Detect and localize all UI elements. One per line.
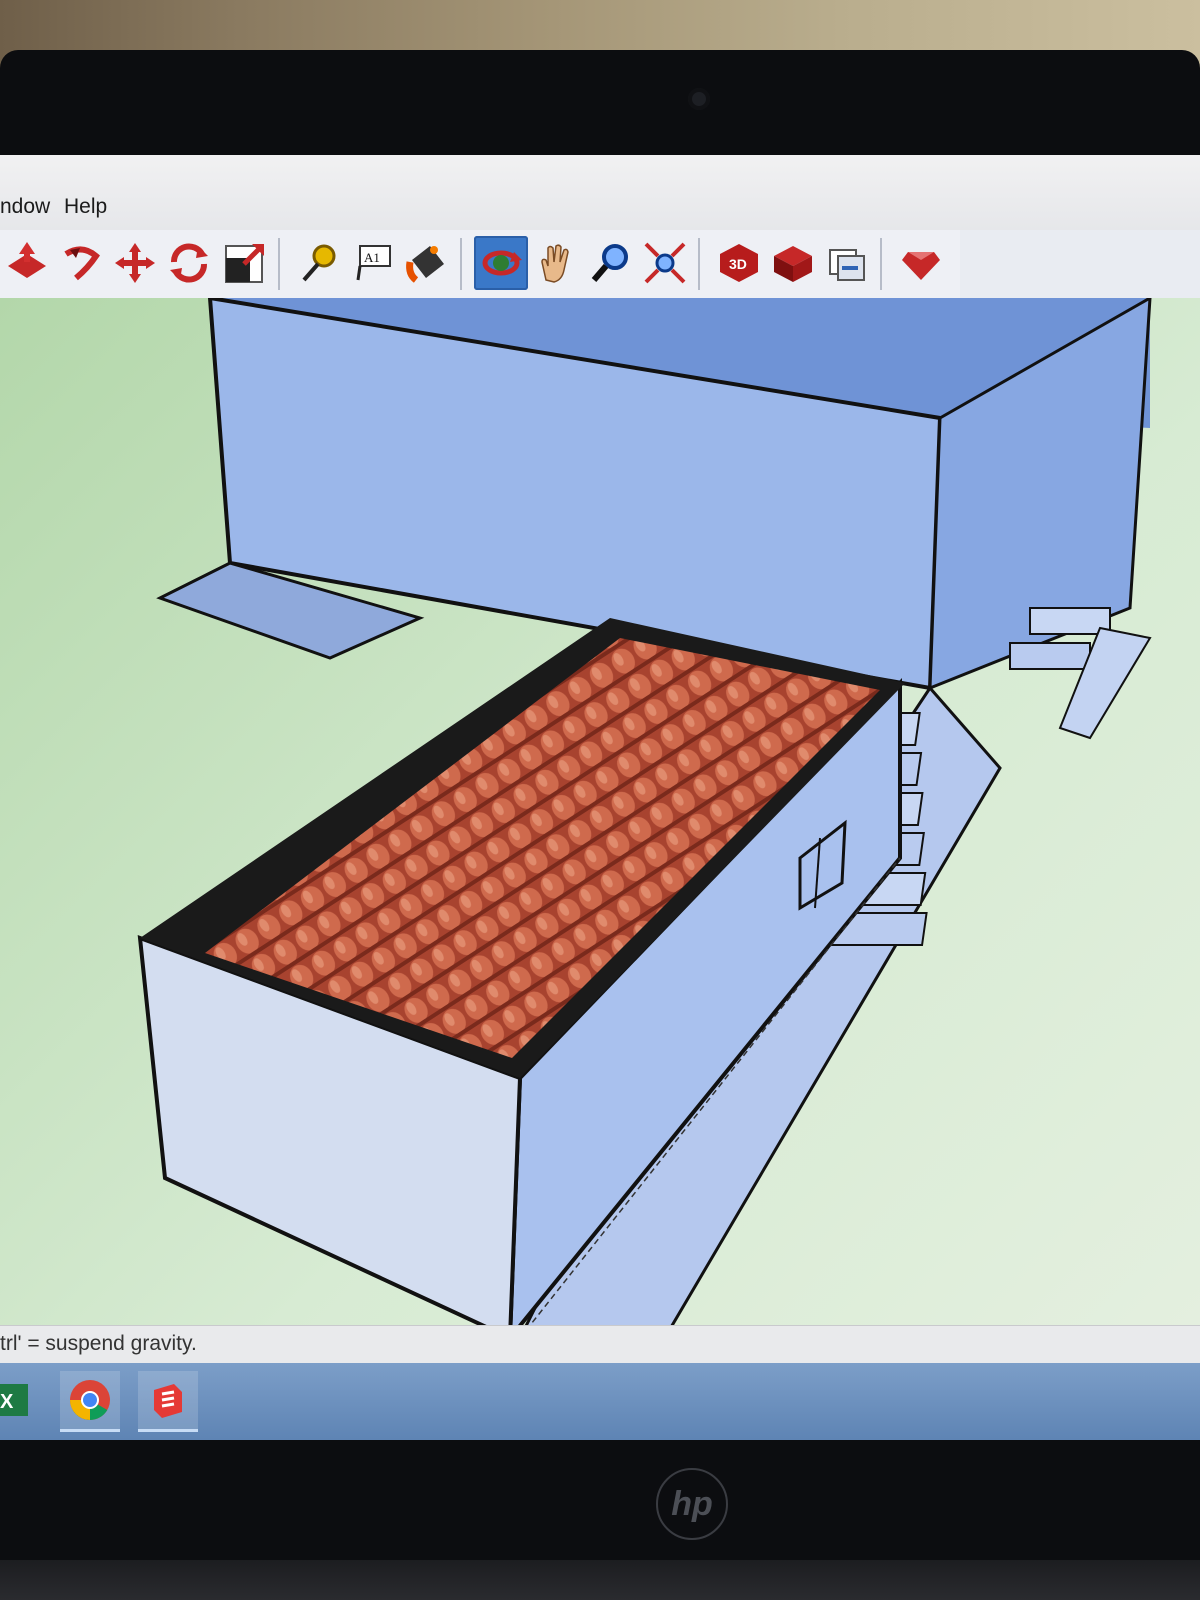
extension-warehouse-icon[interactable] [766,236,820,290]
status-bar: trl' = suspend gravity. [0,1325,1200,1364]
pan-icon[interactable] [530,236,584,290]
push-pull-icon[interactable] [0,236,54,290]
toolbar-separator [278,238,280,290]
svg-text:3D: 3D [729,256,747,272]
tape-measure-icon[interactable] [292,236,346,290]
scale-icon[interactable] [218,236,272,290]
webcam [688,88,710,110]
toolbar-empty-area [960,230,1200,299]
chrome-icon[interactable] [60,1371,120,1432]
model-viewport[interactable] [0,298,1200,1440]
rotate-icon[interactable] [162,236,216,290]
toolbar-separator [460,238,462,290]
large-tool-set-toolbar: A1 3D [0,230,960,299]
move-icon[interactable] [108,236,162,290]
menu-help[interactable]: Help [64,195,107,219]
status-hint-text: trl' = suspend gravity. [0,1332,197,1355]
text-icon[interactable]: A1 [346,236,400,290]
orbit-icon[interactable] [474,236,528,290]
excel-icon[interactable]: X [0,1371,40,1429]
menu-window[interactable]: ndow [0,195,50,219]
windows-taskbar: X [0,1363,1200,1440]
zoom-icon[interactable] [584,236,638,290]
3d-warehouse-icon[interactable]: 3D [712,236,766,290]
menu-bar: ndow Help [0,155,1200,230]
hp-logo: hp [656,1468,728,1540]
toolbar-separator [880,238,882,290]
follow-me-icon[interactable] [54,236,108,290]
text-tool-label: A1 [364,250,380,265]
zoom-extents-icon[interactable] [638,236,692,290]
ruby-console-icon[interactable] [894,236,948,290]
toolbar-separator [698,238,700,290]
desk-edge [0,1560,1200,1600]
svg-text:X: X [0,1391,14,1413]
send-to-layout-icon[interactable] [820,236,874,290]
sketchup-window: ndow Help A1 3D trl' = suspend gravity. … [0,155,1200,1440]
sketchup-icon[interactable] [138,1371,198,1432]
paint-bucket-icon[interactable] [400,236,454,290]
